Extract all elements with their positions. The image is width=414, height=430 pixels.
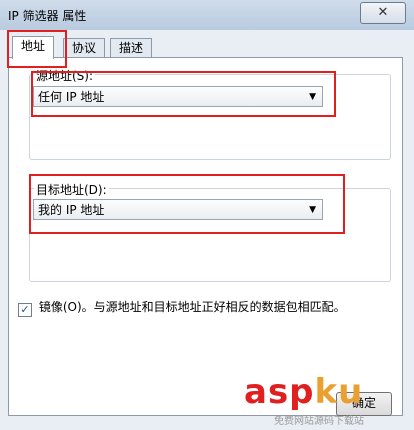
watermark-main-a: asp: [244, 372, 315, 412]
watermark-logo: aspku: [244, 372, 363, 412]
close-button[interactable]: ✕: [360, 2, 406, 24]
mirror-checkbox[interactable]: ✓: [18, 303, 32, 317]
mirror-label: 镜像(O)。与源地址和目标地址正好相反的数据包相匹配。: [38, 300, 346, 314]
highlight-destination-box: [29, 174, 345, 234]
tab-strip: 地址 协议 描述: [8, 36, 403, 59]
highlight-source-box: [31, 71, 336, 117]
close-icon: ✕: [377, 5, 389, 20]
title-bar: IP 筛选器 属性 ✕: [0, 0, 414, 30]
tab-description[interactable]: 描述: [110, 38, 153, 58]
watermark-subtitle: 免费网站源码下载站: [274, 416, 364, 427]
tab-description-label: 描述: [119, 41, 144, 55]
tab-protocol-label: 协议: [72, 41, 97, 55]
mirror-row[interactable]: ✓ 镜像(O)。与源地址和目标地址正好相反的数据包相匹配。: [18, 298, 388, 317]
tab-protocol[interactable]: 协议: [63, 38, 106, 58]
tab-address-label: 地址: [21, 39, 46, 53]
watermark-main-b: ku: [314, 372, 364, 412]
tab-address[interactable]: 地址: [12, 36, 55, 59]
window-title: IP 筛选器 属性: [8, 9, 87, 23]
